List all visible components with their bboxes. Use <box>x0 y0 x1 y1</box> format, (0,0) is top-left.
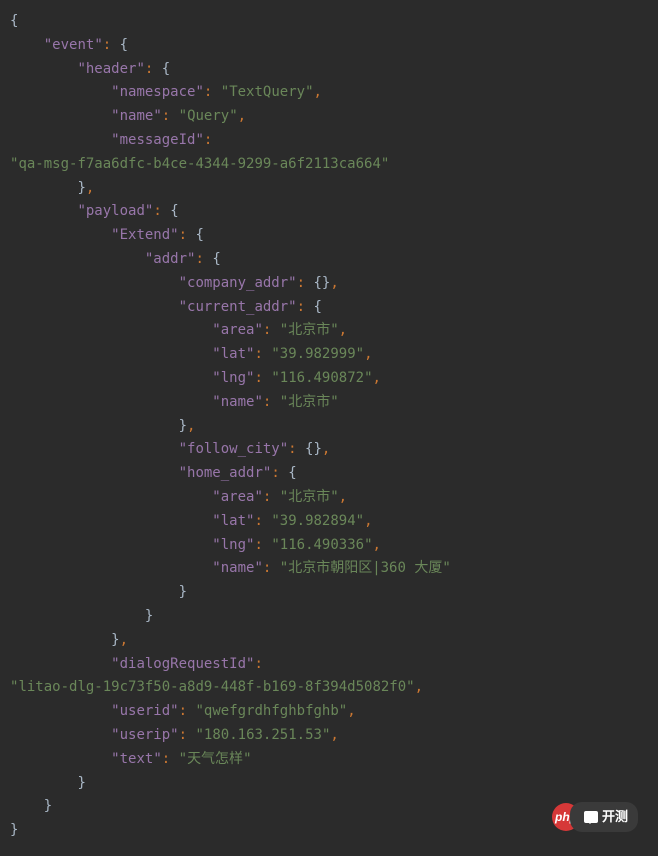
val-messageId: qa-msg-f7aa6dfc-b4ce-4344-9299-a6f2113ca… <box>18 156 380 172</box>
key-name-1: name <box>221 394 255 410</box>
val-userid: qwefgrdhfghbfghb <box>204 703 339 719</box>
key-company_addr: company_addr <box>187 275 288 291</box>
key-messageId: messageId <box>120 132 196 148</box>
key-Extend: Extend <box>120 227 171 243</box>
key-lng-1: lng <box>221 370 246 386</box>
key-userid: userid <box>120 703 171 719</box>
key-name: name <box>120 108 154 124</box>
badge-label: 开测 <box>602 806 628 828</box>
val-userip: 180.163.251.53 <box>204 727 322 743</box>
key-event: event <box>52 37 94 53</box>
speech-bubble-icon <box>584 811 598 823</box>
key-current_addr: current_addr <box>187 299 288 315</box>
key-lat-2: lat <box>221 513 246 529</box>
code-block: { "event": { "header": { "namespace": "T… <box>10 10 648 843</box>
val-home-lat: 39.982894 <box>280 513 356 529</box>
val-home-lng: 116.490336 <box>280 537 364 553</box>
key-dialogRequestId: dialogRequestId <box>120 656 246 672</box>
val-dialogRequestId: litao-dlg-19c73f50-a8d9-448f-b169-8f394d… <box>18 679 406 695</box>
key-follow_city: follow_city <box>187 441 280 457</box>
key-area-1: area <box>221 322 255 338</box>
watermark-badge: php 开测 <box>552 802 638 832</box>
val-text: 天气怎样 <box>187 751 243 767</box>
key-lat-1: lat <box>221 346 246 362</box>
key-text: text <box>120 751 154 767</box>
val-cur-lat: 39.982999 <box>280 346 356 362</box>
key-addr: addr <box>153 251 187 267</box>
val-cur-lng: 116.490872 <box>280 370 364 386</box>
key-lng-2: lng <box>221 537 246 553</box>
val-home-name: 北京市朝阳区|360 大厦 <box>288 560 442 576</box>
key-home_addr: home_addr <box>187 465 263 481</box>
val-namespace: TextQuery <box>229 84 305 100</box>
val-cur-area: 北京市 <box>288 322 330 338</box>
key-header: header <box>86 61 137 77</box>
val-name: Query <box>187 108 229 124</box>
val-cur-name: 北京市 <box>288 394 330 410</box>
key-area-2: area <box>221 489 255 505</box>
badge-tail: 开测 <box>570 802 638 832</box>
val-home-area: 北京市 <box>288 489 330 505</box>
key-name-2: name <box>221 560 255 576</box>
key-namespace: namespace <box>120 84 196 100</box>
key-userip: userip <box>120 727 171 743</box>
key-payload: payload <box>86 203 145 219</box>
